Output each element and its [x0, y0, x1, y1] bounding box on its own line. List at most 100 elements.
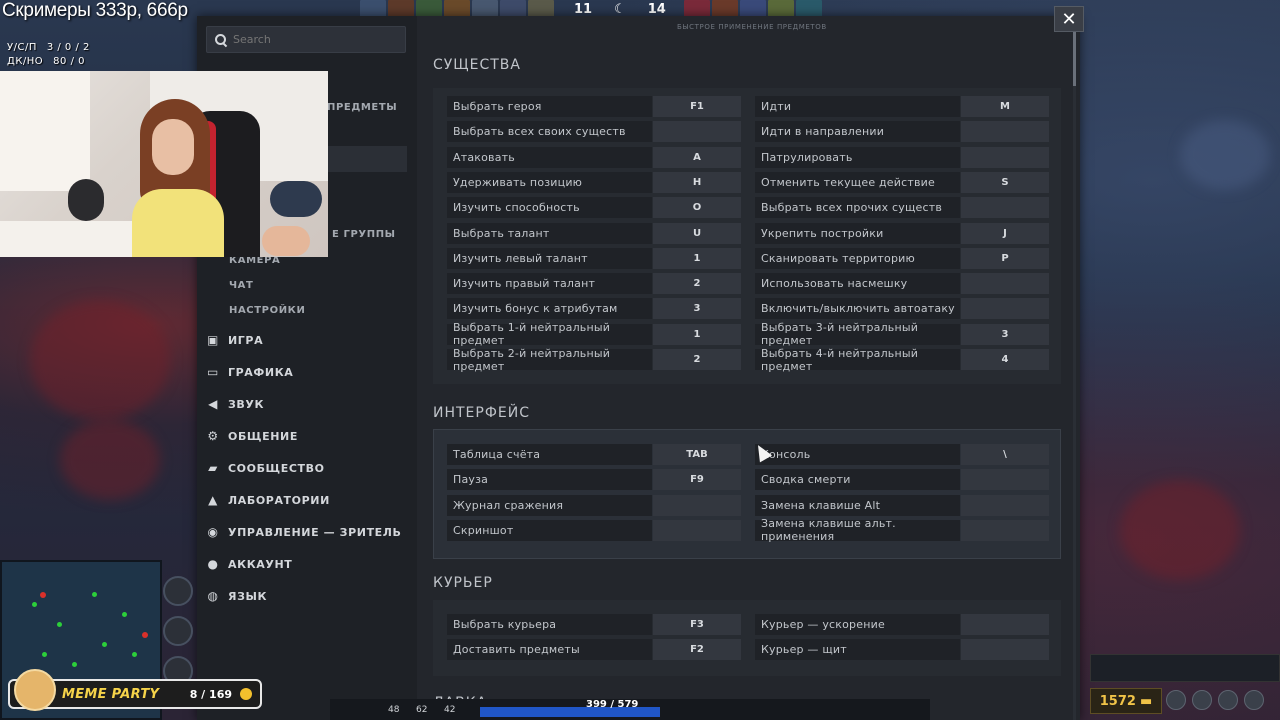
minimap-unit	[72, 662, 77, 667]
keybind-key-button[interactable]: J	[961, 222, 1049, 244]
keybind-row: Изучить способность O	[447, 197, 741, 219]
keybind-row: Изучить бонус к атрибутам 3	[447, 298, 741, 320]
keybind-key-button[interactable]	[961, 121, 1049, 143]
eye-icon: ◉	[207, 525, 219, 539]
keybind-key-button[interactable]: S	[961, 171, 1049, 193]
deliver-button[interactable]	[1244, 690, 1264, 710]
section-title-courier: КУРЬЕР	[433, 575, 493, 591]
stash-button[interactable]	[1192, 690, 1212, 710]
keybind-key-button[interactable]: A	[653, 146, 741, 168]
keybind-label: Изучить правый талант	[447, 273, 652, 295]
keybind-key-button[interactable]: F1	[653, 96, 741, 117]
minimap-unit	[57, 622, 62, 627]
search-input[interactable]	[233, 33, 393, 46]
courier-panel[interactable]	[1090, 654, 1280, 682]
keybind-label: Замена клавише альт. применения	[755, 517, 960, 543]
keybind-key-button[interactable]: TAB	[653, 444, 741, 465]
sidebar-sub-items[interactable]: ПРЕДМЕТЫ	[327, 102, 397, 113]
keybind-label: Доставить предметы	[447, 639, 652, 661]
keybind-key-button[interactable]	[961, 519, 1049, 541]
nav-language[interactable]: ◍ ЯЗЫК	[206, 589, 267, 603]
nav-sound[interactable]: ◀ ЗВУК	[206, 397, 264, 411]
keybind-key-button[interactable]: 1	[653, 247, 741, 269]
keybind-key-button[interactable]	[961, 614, 1049, 635]
nav-label: ИГРА	[228, 333, 264, 347]
keybind-label: Изучить бонус к атрибутам	[447, 298, 652, 320]
keybind-key-button[interactable]	[653, 519, 741, 541]
webcam-overlay	[0, 71, 328, 257]
keybind-label: Скриншот	[447, 519, 652, 541]
nav-labs[interactable]: ▲ ЛАБОРАТОРИИ	[206, 493, 330, 507]
monitor-icon: ▭	[207, 365, 219, 379]
keybind-label: Пауза	[447, 469, 652, 491]
keybind-key-button[interactable]: 3	[961, 323, 1049, 345]
settings-panel: ПРЕДМЕТЫ Е ГРУППЫ КАМЕРА ЧАТ НАСТРОЙКИ ▣…	[197, 16, 1080, 720]
keybind-key-button[interactable]	[961, 298, 1049, 320]
keybind-key-button[interactable]	[653, 494, 741, 516]
keybind-label: Выбрать 1-й нейтральный предмет	[447, 321, 652, 347]
kda-overlay: У/С/П 3 / 0 / 2 ДК/НО 80 / 0	[7, 41, 90, 69]
keybind-key-button[interactable]: F2	[653, 639, 741, 661]
keybind-key-button[interactable]: P	[961, 247, 1049, 269]
sidebar-sub-chat[interactable]: ЧАТ	[229, 280, 253, 291]
keybind-key-button[interactable]	[961, 469, 1049, 491]
nav-social[interactable]: ⚙ ОБЩЕНИЕ	[206, 429, 298, 443]
nav-label: ЛАБОРАТОРИИ	[228, 493, 330, 507]
radiant-score: 11	[574, 1, 593, 17]
gold-value: 1572	[1099, 693, 1136, 709]
scrollbar-thumb[interactable]	[1073, 30, 1076, 86]
keybind-key-button[interactable]: 4	[961, 349, 1049, 370]
nav-graphics[interactable]: ▭ ГРАФИКА	[206, 365, 293, 379]
keybind-row: Выбрать героя F1	[447, 96, 741, 117]
keybind-key-button[interactable]	[961, 639, 1049, 661]
keybind-row: Включить/выключить автоатаку	[755, 298, 1049, 320]
nav-label: ОБЩЕНИЕ	[228, 429, 298, 443]
nav-label: СООБЩЕСТВО	[228, 461, 325, 475]
scrollbar-track[interactable]	[1073, 30, 1076, 720]
close-button[interactable]: ✕	[1054, 6, 1084, 32]
keybind-key-button[interactable]	[961, 494, 1049, 516]
tree-foliage	[1120, 480, 1240, 580]
keybind-row: Консоль \	[755, 444, 1049, 465]
keybind-key-button[interactable]: M	[961, 96, 1049, 117]
keybind-row: Выбрать 1-й нейтральный предмет 1	[447, 321, 741, 347]
keybind-key-button[interactable]: O	[653, 197, 741, 219]
hero-hud-bar: 48 62 42 399 / 579	[330, 699, 930, 720]
quickbuy-button[interactable]	[1166, 690, 1186, 710]
courier-button[interactable]	[1218, 690, 1238, 710]
keybind-key-button[interactable]: 2	[653, 349, 741, 370]
keybind-label: Выбрать талант	[447, 222, 652, 244]
game-icon: ▣	[207, 333, 219, 347]
nav-game[interactable]: ▣ ИГРА	[206, 333, 263, 347]
keybind-row: Сводка смерти	[755, 469, 1049, 491]
keybind-label: Выбрать 4-й нейтральный предмет	[755, 347, 960, 373]
keybind-key-button[interactable]: 2	[653, 273, 741, 295]
nav-spectator[interactable]: ◉ УПРАВЛЕНИЕ — ЗРИТЕЛЬ	[206, 525, 402, 539]
nav-community[interactable]: ▰ СООБЩЕСТВО	[206, 461, 325, 475]
keybind-label: Журнал сражения	[447, 494, 652, 516]
keybind-row: Замена клавише Alt	[755, 494, 1049, 516]
keybind-key-button[interactable]: 1	[653, 323, 741, 345]
keybind-key-button[interactable]	[653, 121, 741, 143]
keybind-key-button[interactable]	[961, 197, 1049, 219]
keybind-key-button[interactable]: H	[653, 171, 741, 193]
keybind-key-button[interactable]: F3	[653, 614, 741, 635]
nav-account[interactable]: ● АККАУНТ	[206, 557, 292, 571]
stat-speed: 42	[444, 704, 456, 715]
keybind-key-button[interactable]: \	[961, 444, 1049, 465]
keybind-key-button[interactable]: U	[653, 222, 741, 244]
glyph-button[interactable]	[163, 576, 193, 606]
lhdn-value: 80 / 0	[53, 56, 85, 67]
keybind-key-button[interactable]: F9	[653, 469, 741, 491]
keybind-label: Идти	[755, 96, 960, 117]
sidebar-sub-settings[interactable]: НАСТРОЙКИ	[229, 305, 305, 316]
minimap-enemy	[142, 632, 148, 638]
scan-button[interactable]	[163, 616, 193, 646]
meme-party-title: MEME PARTY	[62, 686, 160, 702]
keybind-key-button[interactable]	[961, 273, 1049, 295]
keybind-key-button[interactable]: 3	[653, 298, 741, 320]
keybind-row: Отменить текущее действие S	[755, 171, 1049, 193]
keybind-key-button[interactable]	[961, 146, 1049, 168]
sidebar-sub-groups[interactable]: Е ГРУППЫ	[332, 229, 396, 240]
search-box[interactable]	[206, 26, 406, 53]
